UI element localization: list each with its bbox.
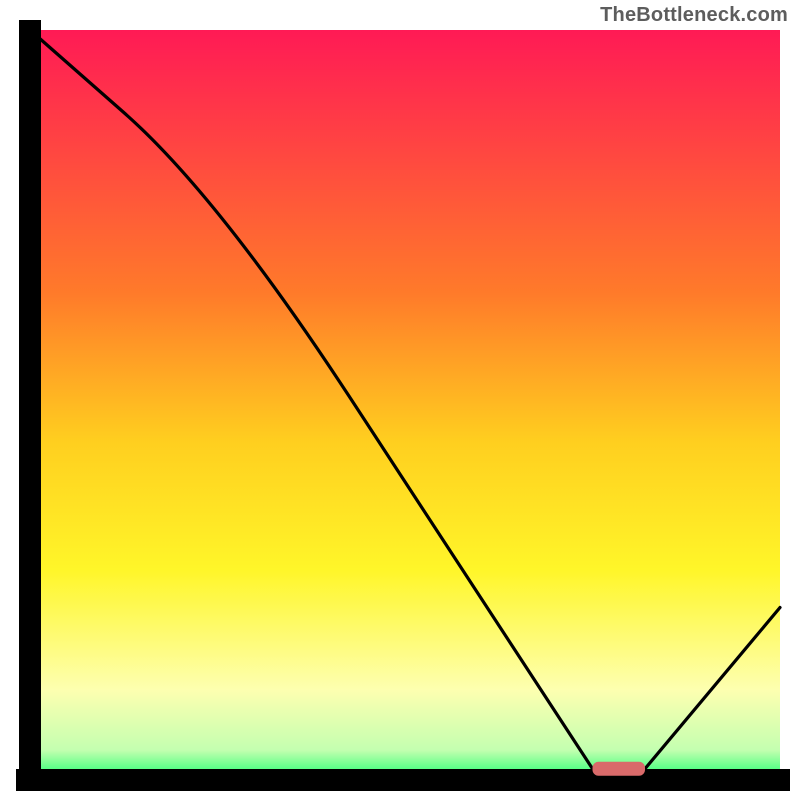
bottleneck-chart [0,0,800,800]
plot-background [30,30,780,780]
chart-container: { "watermark": "TheBottleneck.com", "cha… [0,0,800,800]
optimal-marker [593,762,646,776]
